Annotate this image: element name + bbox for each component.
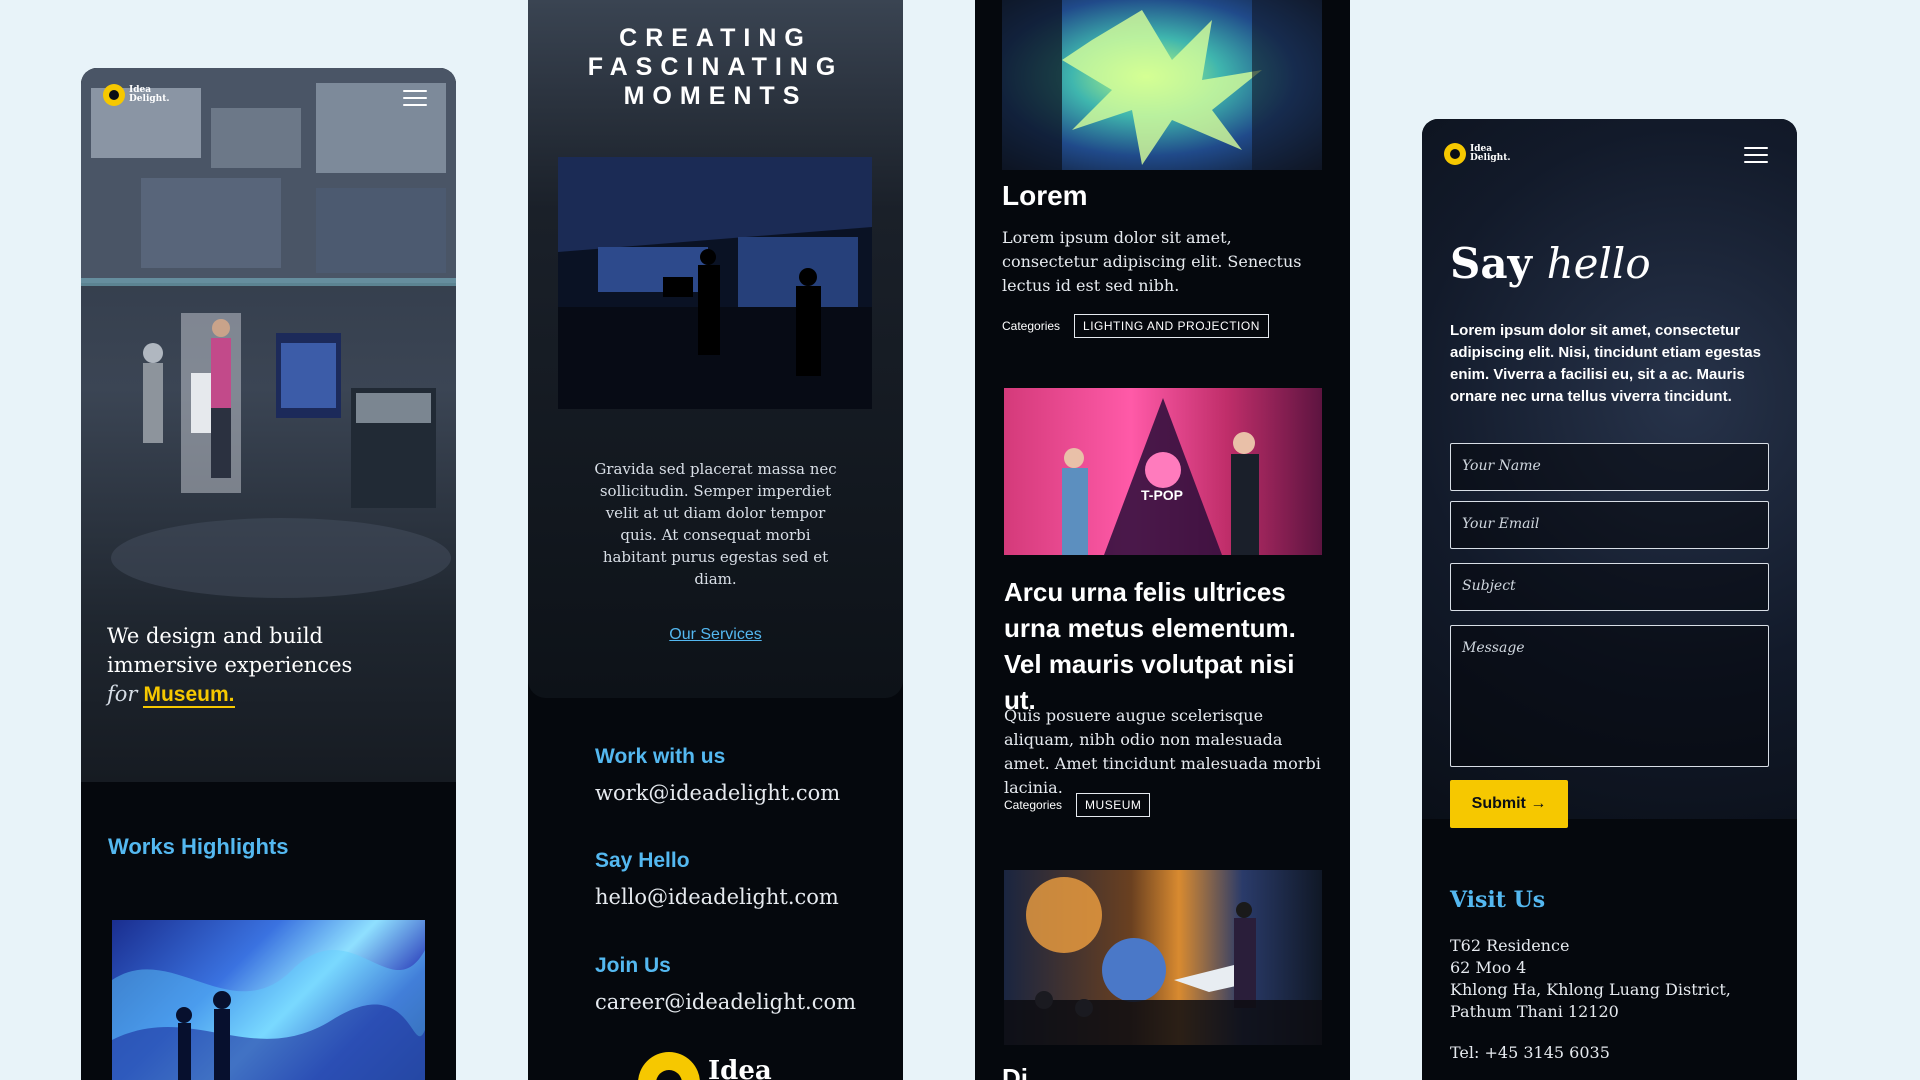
contact-intro: Lorem ipsum dolor sit amet, consectetur … [1450, 322, 1761, 405]
work-1-title[interactable]: Lorem [1002, 180, 1088, 212]
about-panel: CREATING FASCINATING MOMENTS Gravida sed… [528, 0, 903, 698]
title-say: Say [1450, 239, 1532, 288]
immersive-projection-photo [112, 950, 425, 1080]
name-field[interactable]: Your Name [1450, 443, 1769, 491]
about-paragraph: Gravida sed placerat massa nec sollicitu… [594, 460, 837, 588]
contact-work: Work with us work@ideadelight.com [595, 745, 840, 805]
hero-line-1: We design and build [107, 624, 323, 648]
works-highlight-image[interactable] [112, 920, 425, 1080]
logo-mark-icon [1444, 143, 1466, 165]
footer-logo-wordmark: Idea [708, 1056, 772, 1080]
our-services-link[interactable]: Our Services [528, 626, 903, 644]
title-hello: hello [1546, 239, 1651, 288]
logo-wordmark: Idea Delight. [129, 85, 170, 104]
logo-wordmark: Idea Delight. [1470, 144, 1511, 163]
categories-label: Categories [1004, 798, 1063, 812]
contact-email-link[interactable]: hello@ideadelight.com [595, 885, 839, 909]
category-tag[interactable]: MUSEUM [1076, 793, 1151, 817]
event-stage-photo [558, 157, 872, 409]
hero-keyword-period: . [228, 683, 235, 706]
contact-join: Join Us career@ideadelight.com [595, 954, 856, 1014]
message-field[interactable]: Message [1450, 625, 1769, 767]
page-headline: CREATING FASCINATING MOMENTS [587, 24, 844, 110]
email-field[interactable]: Your Email [1450, 501, 1769, 549]
tpop-stage-photo: T-POP [1062, 398, 1259, 555]
screen-contact: Idea Delight. Say hello Lorem ipsum dolo… [1422, 119, 1797, 1080]
logo[interactable]: Idea Delight. [1444, 143, 1511, 165]
tpop-logo-text: T-POP [1141, 487, 1183, 503]
space-projection-photo [1004, 877, 1322, 1045]
stage-image [558, 157, 872, 409]
screen-home: Idea Delight. We design and build immers… [81, 68, 456, 1080]
screen-about: CREATING FASCINATING MOMENTS Gravida sed… [528, 0, 903, 1080]
work-image-3[interactable] [1004, 870, 1322, 1045]
hamburger-menu-icon[interactable] [1744, 147, 1768, 163]
work-1-description: Lorem ipsum dolor sit amet, consectetur … [1002, 228, 1302, 295]
submit-button[interactable]: Submit → [1450, 780, 1568, 828]
hamburger-menu-icon[interactable] [403, 90, 427, 106]
work-image-2[interactable]: T-POP [1004, 388, 1322, 555]
hero-line-3: for Museum. [107, 680, 407, 709]
hero-for: for [107, 682, 138, 706]
work-image-1[interactable] [1002, 0, 1322, 170]
contact-heading: Join Us [595, 954, 671, 977]
contact-email-link[interactable]: career@ideadelight.com [595, 990, 856, 1014]
visit-us-title: Visit Us [1450, 887, 1546, 913]
telephone[interactable]: Tel: +45 3145 6035 [1450, 1043, 1610, 1062]
category-tag[interactable]: LIGHTING AND PROJECTION [1074, 314, 1269, 338]
hero-line-2: immersive experiences [107, 653, 353, 677]
contact-hello: Say Hello hello@ideadelight.com [595, 849, 839, 909]
work-3-title[interactable]: Di [1002, 1063, 1028, 1080]
work-2-categories: Categories MUSEUM [1004, 793, 1151, 817]
work-2-description: Quis posuere augue scelerisque aliquam, … [1004, 706, 1321, 797]
screen-works: Lorem Lorem ipsum dolor sit amet, consec… [975, 0, 1350, 1080]
hero-keyword[interactable]: Museum. [143, 683, 235, 708]
hero-image: Idea Delight. We design and build immers… [81, 68, 456, 782]
page-title: Say hello [1450, 239, 1651, 288]
work-2-title[interactable]: Arcu urna felis ultrices urna metus elem… [1004, 574, 1329, 718]
work-1-categories: Categories LIGHTING AND PROJECTION [1002, 314, 1269, 338]
hero-keyword-text: Museum [143, 683, 229, 706]
contact-heading: Work with us [595, 745, 726, 768]
footer-logo[interactable]: Idea [638, 1052, 772, 1080]
interactive-floor-photo [1002, 0, 1322, 170]
logo-mark-icon [638, 1052, 700, 1080]
contact-email-link[interactable]: work@ideadelight.com [595, 781, 840, 805]
contact-heading: Say Hello [595, 849, 690, 872]
logo-mark-icon [103, 84, 125, 106]
logo[interactable]: Idea Delight. [103, 84, 170, 106]
categories-label: Categories [1002, 319, 1061, 333]
hero-headline: We design and build immersive experience… [107, 622, 407, 709]
address: T62 Residence 62 Moo 4 Khlong Ha, Khlong… [1450, 936, 1731, 1021]
works-highlights-title: Works Highlights [108, 834, 289, 859]
subject-field[interactable]: Subject [1450, 563, 1769, 611]
